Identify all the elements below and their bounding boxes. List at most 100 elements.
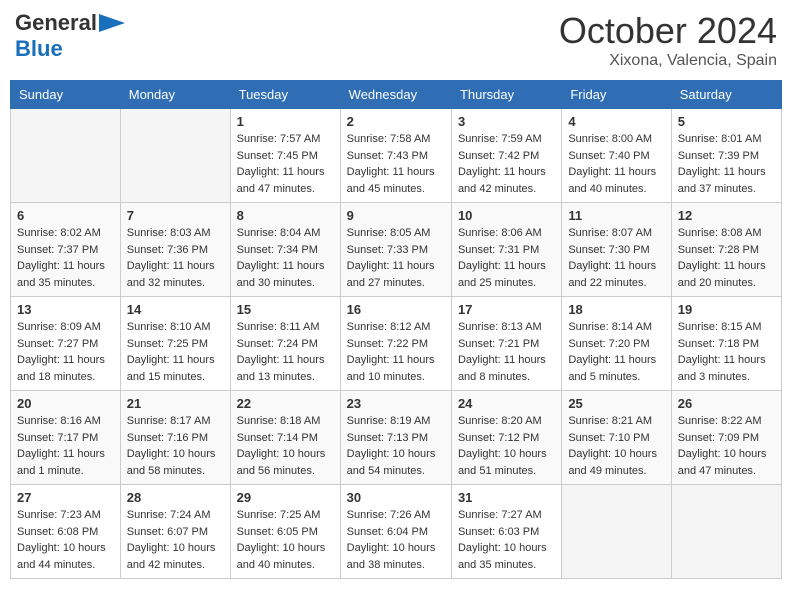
- daylight-text: Daylight: 10 hours and 40 minutes.: [237, 542, 326, 571]
- day-number: 7: [127, 208, 224, 223]
- day-info: Sunrise: 7:25 AM Sunset: 6:05 PM Dayligh…: [237, 507, 334, 573]
- day-number: 11: [568, 208, 664, 223]
- calendar-cell: 15 Sunrise: 8:11 AM Sunset: 7:24 PM Dayl…: [230, 297, 340, 391]
- day-info: Sunrise: 8:08 AM Sunset: 7:28 PM Dayligh…: [678, 225, 775, 291]
- sunset-text: Sunset: 7:22 PM: [347, 338, 428, 350]
- sunset-text: Sunset: 7:40 PM: [568, 150, 649, 162]
- sunrise-text: Sunrise: 8:09 AM: [17, 321, 101, 333]
- sunrise-text: Sunrise: 8:21 AM: [568, 415, 652, 427]
- sunset-text: Sunset: 6:04 PM: [347, 526, 428, 538]
- calendar-cell: 28 Sunrise: 7:24 AM Sunset: 6:07 PM Dayl…: [120, 485, 230, 579]
- day-number: 12: [678, 208, 775, 223]
- calendar-cell: [120, 109, 230, 203]
- weekday-header-saturday: Saturday: [671, 81, 781, 109]
- day-info: Sunrise: 8:14 AM Sunset: 7:20 PM Dayligh…: [568, 319, 664, 385]
- calendar-cell: [11, 109, 121, 203]
- sunrise-text: Sunrise: 8:11 AM: [237, 321, 320, 333]
- calendar-cell: 17 Sunrise: 8:13 AM Sunset: 7:21 PM Dayl…: [451, 297, 561, 391]
- sunset-text: Sunset: 7:34 PM: [237, 244, 318, 256]
- sunset-text: Sunset: 7:20 PM: [568, 338, 649, 350]
- calendar-cell: 5 Sunrise: 8:01 AM Sunset: 7:39 PM Dayli…: [671, 109, 781, 203]
- weekday-header-friday: Friday: [562, 81, 671, 109]
- day-number: 15: [237, 302, 334, 317]
- month-title: October 2024: [559, 10, 777, 52]
- sunset-text: Sunset: 7:28 PM: [678, 244, 759, 256]
- day-number: 14: [127, 302, 224, 317]
- daylight-text: Daylight: 11 hours and 40 minutes.: [568, 166, 656, 195]
- day-info: Sunrise: 7:24 AM Sunset: 6:07 PM Dayligh…: [127, 507, 224, 573]
- calendar-cell: 3 Sunrise: 7:59 AM Sunset: 7:42 PM Dayli…: [451, 109, 561, 203]
- day-number: 31: [458, 490, 555, 505]
- calendar-cell: 30 Sunrise: 7:26 AM Sunset: 6:04 PM Dayl…: [340, 485, 451, 579]
- sunset-text: Sunset: 7:18 PM: [678, 338, 759, 350]
- calendar-table: SundayMondayTuesdayWednesdayThursdayFrid…: [10, 80, 782, 579]
- sunset-text: Sunset: 7:09 PM: [678, 432, 759, 444]
- sunrise-text: Sunrise: 8:00 AM: [568, 133, 652, 145]
- sunrise-text: Sunrise: 8:14 AM: [568, 321, 652, 333]
- daylight-text: Daylight: 10 hours and 35 minutes.: [458, 542, 547, 571]
- daylight-text: Daylight: 11 hours and 47 minutes.: [237, 166, 325, 195]
- daylight-text: Daylight: 11 hours and 22 minutes.: [568, 260, 656, 289]
- day-info: Sunrise: 8:03 AM Sunset: 7:36 PM Dayligh…: [127, 225, 224, 291]
- day-number: 4: [568, 114, 664, 129]
- calendar-week-row: 6 Sunrise: 8:02 AM Sunset: 7:37 PM Dayli…: [11, 203, 782, 297]
- day-info: Sunrise: 8:16 AM Sunset: 7:17 PM Dayligh…: [17, 413, 114, 479]
- sunset-text: Sunset: 6:05 PM: [237, 526, 318, 538]
- calendar-cell: 26 Sunrise: 8:22 AM Sunset: 7:09 PM Dayl…: [671, 391, 781, 485]
- day-number: 19: [678, 302, 775, 317]
- sunrise-text: Sunrise: 8:06 AM: [458, 227, 542, 239]
- day-number: 9: [347, 208, 445, 223]
- calendar-week-row: 20 Sunrise: 8:16 AM Sunset: 7:17 PM Dayl…: [11, 391, 782, 485]
- calendar-cell: 27 Sunrise: 7:23 AM Sunset: 6:08 PM Dayl…: [11, 485, 121, 579]
- daylight-text: Daylight: 10 hours and 38 minutes.: [347, 542, 436, 571]
- day-info: Sunrise: 8:11 AM Sunset: 7:24 PM Dayligh…: [237, 319, 334, 385]
- calendar-cell: 6 Sunrise: 8:02 AM Sunset: 7:37 PM Dayli…: [11, 203, 121, 297]
- day-info: Sunrise: 8:07 AM Sunset: 7:30 PM Dayligh…: [568, 225, 664, 291]
- weekday-header-wednesday: Wednesday: [340, 81, 451, 109]
- calendar-cell: 13 Sunrise: 8:09 AM Sunset: 7:27 PM Dayl…: [11, 297, 121, 391]
- day-info: Sunrise: 8:13 AM Sunset: 7:21 PM Dayligh…: [458, 319, 555, 385]
- calendar-cell: 22 Sunrise: 8:18 AM Sunset: 7:14 PM Dayl…: [230, 391, 340, 485]
- day-info: Sunrise: 8:15 AM Sunset: 7:18 PM Dayligh…: [678, 319, 775, 385]
- day-number: 13: [17, 302, 114, 317]
- calendar-cell: 25 Sunrise: 8:21 AM Sunset: 7:10 PM Dayl…: [562, 391, 671, 485]
- calendar-cell: 8 Sunrise: 8:04 AM Sunset: 7:34 PM Dayli…: [230, 203, 340, 297]
- daylight-text: Daylight: 10 hours and 56 minutes.: [237, 448, 326, 477]
- sunrise-text: Sunrise: 7:58 AM: [347, 133, 431, 145]
- calendar-header-row: SundayMondayTuesdayWednesdayThursdayFrid…: [11, 81, 782, 109]
- day-number: 3: [458, 114, 555, 129]
- day-number: 26: [678, 396, 775, 411]
- calendar-cell: 1 Sunrise: 7:57 AM Sunset: 7:45 PM Dayli…: [230, 109, 340, 203]
- day-info: Sunrise: 8:17 AM Sunset: 7:16 PM Dayligh…: [127, 413, 224, 479]
- daylight-text: Daylight: 11 hours and 25 minutes.: [458, 260, 546, 289]
- sunrise-text: Sunrise: 8:20 AM: [458, 415, 542, 427]
- sunrise-text: Sunrise: 7:59 AM: [458, 133, 542, 145]
- sunset-text: Sunset: 6:07 PM: [127, 526, 208, 538]
- day-number: 22: [237, 396, 334, 411]
- daylight-text: Daylight: 11 hours and 18 minutes.: [17, 354, 105, 383]
- day-number: 29: [237, 490, 334, 505]
- day-number: 1: [237, 114, 334, 129]
- calendar-week-row: 27 Sunrise: 7:23 AM Sunset: 6:08 PM Dayl…: [11, 485, 782, 579]
- day-number: 6: [17, 208, 114, 223]
- day-number: 8: [237, 208, 334, 223]
- logo: General Blue: [15, 10, 131, 62]
- day-number: 17: [458, 302, 555, 317]
- sunset-text: Sunset: 7:24 PM: [237, 338, 318, 350]
- calendar-cell: 24 Sunrise: 8:20 AM Sunset: 7:12 PM Dayl…: [451, 391, 561, 485]
- calendar-cell: 12 Sunrise: 8:08 AM Sunset: 7:28 PM Dayl…: [671, 203, 781, 297]
- day-number: 10: [458, 208, 555, 223]
- day-info: Sunrise: 7:23 AM Sunset: 6:08 PM Dayligh…: [17, 507, 114, 573]
- sunrise-text: Sunrise: 8:16 AM: [17, 415, 101, 427]
- sunrise-text: Sunrise: 8:10 AM: [127, 321, 211, 333]
- calendar-cell: 21 Sunrise: 8:17 AM Sunset: 7:16 PM Dayl…: [120, 391, 230, 485]
- sunset-text: Sunset: 6:03 PM: [458, 526, 539, 538]
- day-info: Sunrise: 8:09 AM Sunset: 7:27 PM Dayligh…: [17, 319, 114, 385]
- day-info: Sunrise: 8:01 AM Sunset: 7:39 PM Dayligh…: [678, 131, 775, 197]
- daylight-text: Daylight: 10 hours and 54 minutes.: [347, 448, 436, 477]
- daylight-text: Daylight: 10 hours and 44 minutes.: [17, 542, 106, 571]
- day-number: 21: [127, 396, 224, 411]
- calendar-cell: 31 Sunrise: 7:27 AM Sunset: 6:03 PM Dayl…: [451, 485, 561, 579]
- sunset-text: Sunset: 7:30 PM: [568, 244, 649, 256]
- daylight-text: Daylight: 10 hours and 58 minutes.: [127, 448, 216, 477]
